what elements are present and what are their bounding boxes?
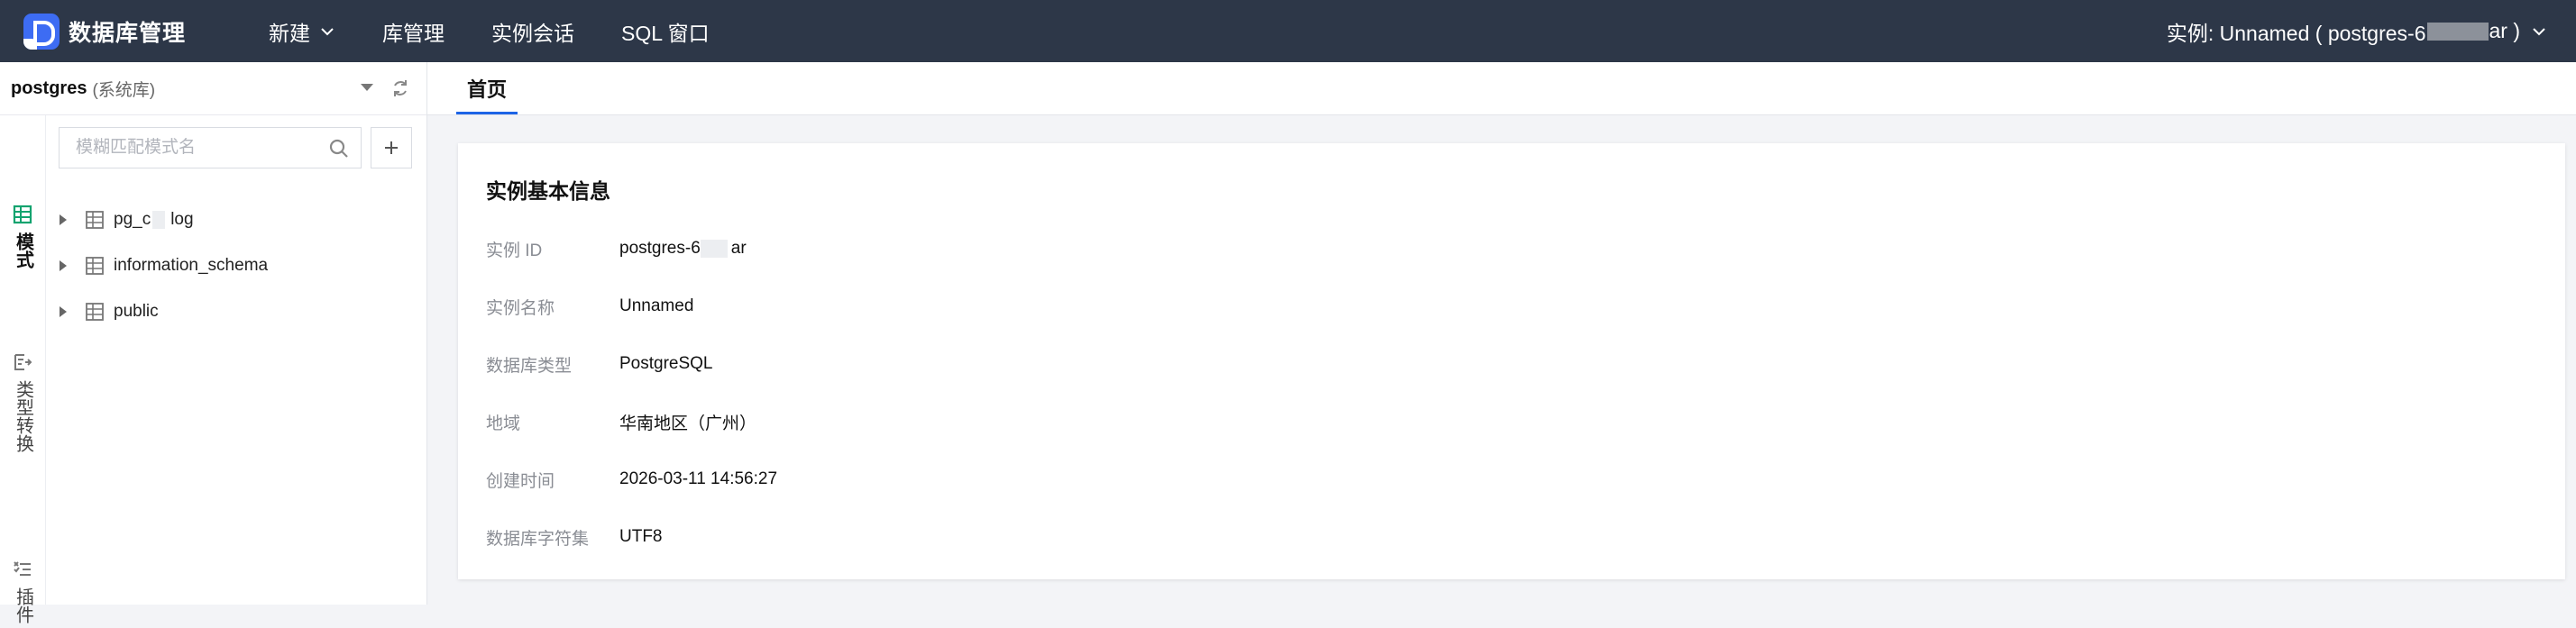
- search-icon[interactable]: [328, 138, 350, 159]
- tree-item-label: pg_c log: [114, 210, 194, 230]
- info-label: 实例名称: [486, 298, 555, 318]
- tree-item-public[interactable]: public: [60, 298, 159, 325]
- tab-type-conversion[interactable]: 类型转换: [0, 351, 45, 457]
- instance-selector[interactable]: 实例: Unnamed ( postgres-6 ar ): [2167, 0, 2547, 62]
- info-value: Unnamed: [619, 296, 694, 315]
- add-schema-button[interactable]: [371, 127, 412, 168]
- info-value: 2026-03-11 14:56:27: [619, 469, 778, 488]
- info-value: postgres-6 ar: [619, 239, 747, 259]
- info-label: 数据库字符集: [486, 529, 590, 549]
- instance-selector-prefix: 实例: Unnamed ( postgres-6: [2166, 21, 2426, 45]
- info-row-instance-name: 实例名称 Unnamed: [486, 293, 693, 320]
- app-logo[interactable]: 数据库管理: [23, 13, 187, 50]
- tab-home[interactable]: 首页: [456, 62, 518, 114]
- info-label: 数据库类型: [486, 356, 573, 376]
- info-value-prefix: postgres-6: [619, 239, 701, 258]
- info-row-region: 地域 华南地区（广州）: [486, 408, 756, 435]
- redacted-block: [700, 239, 728, 258]
- tab-plugins-label: 插件: [13, 587, 33, 623]
- chevron-down-icon: [2533, 27, 2545, 35]
- redacted-block: [2426, 22, 2489, 41]
- side-tab-bar: 模式 类型转换 插件: [0, 115, 46, 623]
- app-title: 数据库管理: [69, 20, 187, 46]
- database-name: postgres: [11, 77, 87, 98]
- info-row-db-type: 数据库类型 PostgreSQL: [486, 350, 713, 378]
- nav-db-manage-label: 库管理: [382, 21, 445, 45]
- caret-right-icon[interactable]: [60, 214, 67, 225]
- nav-sql-window-label: SQL 窗口: [621, 21, 710, 45]
- tab-schema-label: 模式: [13, 232, 33, 268]
- nav-instance-sessions[interactable]: 实例会话: [491, 16, 574, 47]
- refresh-icon[interactable]: [390, 77, 411, 99]
- info-label: 实例 ID: [486, 241, 543, 260]
- nav-sql-window[interactable]: SQL 窗口: [621, 16, 710, 47]
- tree-item-label: public: [114, 302, 159, 321]
- info-row-instance-id: 实例 ID postgres-6 ar: [486, 235, 747, 262]
- caret-right-icon[interactable]: [60, 260, 67, 271]
- tree-item-label-prefix: pg_c: [114, 210, 151, 229]
- info-row-charset: 数据库字符集 UTF8: [486, 523, 663, 551]
- tab-schema[interactable]: 模式: [0, 204, 45, 273]
- database-selector[interactable]: postgres (系统库): [0, 62, 426, 115]
- tab-plugins[interactable]: 插件: [0, 559, 45, 628]
- caret-right-icon[interactable]: [60, 306, 67, 317]
- nav-new-dropdown[interactable]: 新建: [269, 16, 335, 47]
- info-row-created-time: 创建时间 2026-03-11 14:56:27: [486, 466, 777, 493]
- info-value: 华南地区（广州）: [619, 414, 757, 433]
- info-value: PostgreSQL: [619, 354, 713, 373]
- info-label: 创建时间: [486, 471, 555, 491]
- main-nav: 新建 库管理 实例会话 SQL 窗口: [269, 16, 756, 47]
- table-icon: [13, 205, 32, 224]
- plus-icon: [385, 141, 398, 154]
- instance-selector-suffix: ar ): [2489, 19, 2521, 42]
- tab-type-conversion-label: 类型转换: [13, 380, 33, 452]
- left-panel: postgres (系统库) 模式 类型转换 插件 模糊匹配模式名 pg_c l…: [0, 62, 427, 623]
- database-tag: (系统库): [92, 80, 156, 100]
- chevron-down-icon: [321, 27, 334, 35]
- info-value: UTF8: [619, 527, 663, 546]
- tree-item-label-suffix: log: [170, 210, 194, 229]
- nav-db-manage[interactable]: 库管理: [382, 16, 445, 47]
- tree-item-pg-catalog[interactable]: pg_c log: [60, 206, 194, 233]
- table-icon: [86, 211, 104, 229]
- plugin-icon: [14, 561, 31, 576]
- logo-icon: [23, 13, 60, 50]
- card-title: 实例基本信息: [486, 179, 610, 203]
- caret-down-icon[interactable]: [361, 84, 373, 91]
- table-icon: [86, 303, 104, 321]
- nav-new-label: 新建: [269, 21, 311, 45]
- type-convert-icon: [14, 354, 32, 370]
- table-icon: [86, 257, 104, 275]
- top-navbar: 数据库管理 新建 库管理 实例会话 SQL 窗口 实例: Unnamed ( p…: [0, 0, 2576, 62]
- nav-instance-sessions-label: 实例会话: [491, 21, 575, 45]
- schema-search: [59, 127, 362, 168]
- redacted-block: [152, 210, 166, 229]
- info-value-suffix: ar: [730, 239, 747, 258]
- main-tab-bar: 首页: [427, 62, 2576, 115]
- instance-info-card: 实例基本信息 实例 ID postgres-6 ar 实例名称 Unnamed 数…: [458, 143, 2565, 579]
- tree-item-label: information_schema: [114, 256, 269, 275]
- tree-item-information-schema[interactable]: information_schema: [60, 252, 268, 279]
- schema-search-input[interactable]: [74, 128, 321, 168]
- info-label: 地域: [486, 414, 521, 433]
